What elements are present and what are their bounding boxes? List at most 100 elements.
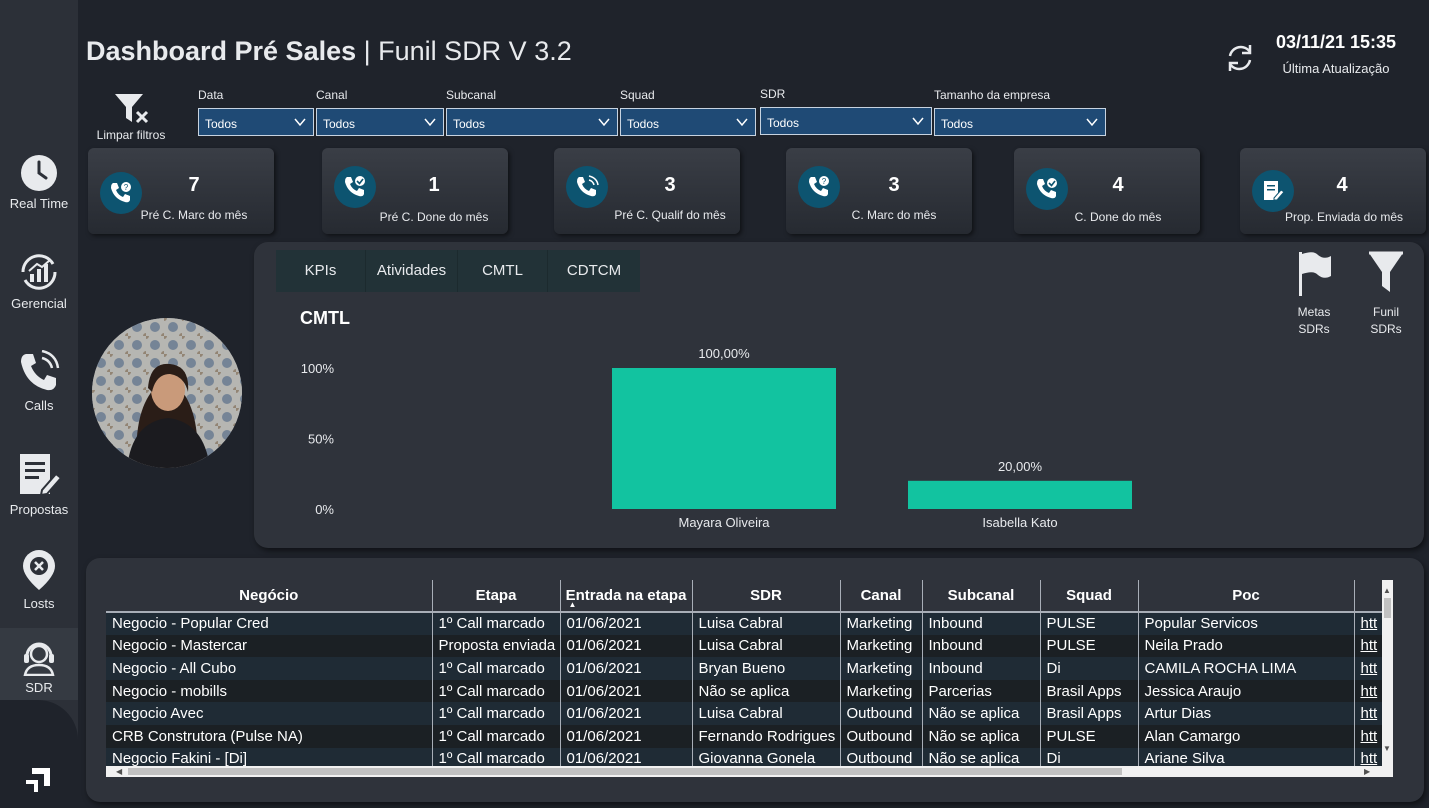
phone-check-icon <box>345 176 365 197</box>
kpi-icon-badge <box>1026 168 1068 210</box>
kpi-card-prop-enviada: 4 Prop. Enviada do mês <box>1240 148 1426 234</box>
table-cell: Bryan Bueno <box>692 657 841 680</box>
kpi-label: Pré C. Done do mês <box>379 210 489 224</box>
table-cell-link[interactable]: htt <box>1354 702 1382 725</box>
table-cell: Brasil Apps <box>1040 702 1139 725</box>
table-row[interactable]: Negocio - All Cubo 1º Call marcado 01/06/2… <box>106 657 1382 680</box>
deals-table-wrapper: Negócio Etapa Entrada na etapa ▲ SDR Canal Sub… <box>106 580 1382 766</box>
metas-label: Metas <box>1297 305 1331 319</box>
document-edit-icon <box>1264 181 1285 201</box>
column-header[interactable]: Entrada na etapa ▲ <box>560 580 693 613</box>
table-row[interactable]: Negocio - mobills 1º Call marcado 01/06/20… <box>106 679 1382 703</box>
table-cell: 01/06/2021 <box>560 747 693 766</box>
scroll-right-icon[interactable]: ▶ <box>1364 767 1370 776</box>
filter-canal-select[interactable]: Todos <box>316 108 444 136</box>
filter-data: Data Todos <box>198 88 314 136</box>
clear-filter-icon <box>115 94 149 124</box>
column-header[interactable]: Canal <box>840 580 923 613</box>
kpi-card-pre-c-marc: ? 7 Pré C. Marc do mês <box>88 148 274 234</box>
phone-question-icon: ? <box>111 182 131 203</box>
scroll-left-icon[interactable]: ◀ <box>116 767 122 776</box>
filter-sdr: SDR Todos <box>760 87 932 135</box>
filter-data-select[interactable]: Todos <box>198 108 314 136</box>
funil-sdrs-button[interactable]: Funil SDRs <box>1360 250 1412 338</box>
filter-tamanho-empresa: Tamanho da empresa Todos <box>934 88 1106 136</box>
clear-filters-button[interactable]: Limpar filtros <box>96 92 166 142</box>
table-row[interactable]: CRB Construtora (Pulse NA) 1º Call marcad… <box>106 724 1382 748</box>
sidebar: Real Time Gerencial Calls Propostas Lost… <box>0 0 78 808</box>
column-header[interactable]: Squad <box>1040 580 1139 613</box>
table-row[interactable]: Negocio Fakini - [Di] 1º Call marcado 01/0… <box>106 747 1382 766</box>
bar[interactable] <box>908 480 1132 509</box>
tab-kpis[interactable]: KPIs <box>276 250 366 292</box>
filter-sdr-select[interactable]: Todos <box>760 107 932 135</box>
table-row[interactable]: Negocio - Mastercar Proposta enviada 01/06… <box>106 634 1382 658</box>
table-cell: 1º Call marcado <box>432 702 561 725</box>
table-cell-link[interactable]: htt <box>1354 747 1382 766</box>
sidebar-item-calls[interactable]: Calls <box>0 350 78 413</box>
vertical-scroll-thumb[interactable] <box>1384 598 1391 618</box>
table-cell-link[interactable]: htt <box>1354 634 1382 658</box>
scroll-up-icon[interactable]: ▲ <box>1383 586 1391 595</box>
kpi-value: 7 <box>188 174 200 196</box>
sidebar-item-sdr[interactable]: SDR <box>0 628 78 700</box>
table-cell-link[interactable]: htt <box>1354 657 1382 680</box>
chevron-down-icon <box>294 118 306 127</box>
bar[interactable] <box>612 368 836 509</box>
column-header[interactable] <box>1354 580 1382 613</box>
kpi-value: 4 <box>1112 174 1124 196</box>
kpi-label: C. Marc do mês <box>851 208 937 222</box>
category-label: Mayara Oliveira <box>678 515 770 530</box>
table-cell: Alan Camargo <box>1138 724 1355 748</box>
table-cell: Não se aplica <box>692 679 841 703</box>
filter-label: Tamanho da empresa <box>934 88 1051 102</box>
filter-squad-select[interactable]: Todos <box>620 108 756 136</box>
filter-label: SDR <box>760 87 786 101</box>
y-tick-label: 100% <box>301 361 335 376</box>
refresh-button[interactable] <box>1224 42 1256 79</box>
scroll-down-icon[interactable]: ▼ <box>1383 744 1391 753</box>
table-cell-link[interactable]: htt <box>1354 724 1382 748</box>
sidebar-item-losts[interactable]: Losts <box>0 548 78 611</box>
filter-subcanal-select[interactable]: Todos <box>446 108 618 136</box>
horizontal-scroll-thumb[interactable] <box>128 768 1122 775</box>
table-cell-link[interactable]: htt <box>1354 679 1382 703</box>
tab-atividades[interactable]: Atividades <box>366 250 458 292</box>
phone-check-icon <box>1037 178 1057 199</box>
sidebar-item-label: Propostas <box>9 502 69 517</box>
table-cell: PULSE <box>1040 724 1139 748</box>
metas-sdrs-button[interactable]: Metas SDRs <box>1288 250 1340 338</box>
deals-table: Negócio Etapa Entrada na etapa ▲ SDR Canal Sub… <box>106 580 1382 766</box>
column-header[interactable]: Poc <box>1138 580 1355 613</box>
filter-label: Subcanal <box>446 88 497 102</box>
column-header[interactable]: Subcanal <box>922 580 1041 613</box>
table-cell: 1º Call marcado <box>432 724 561 748</box>
table-cell-link[interactable]: htt <box>1354 612 1382 635</box>
table-row[interactable]: Negocio - Popular Cred 1º Call marcado 01/… <box>106 612 1382 635</box>
sidebar-item-real-time[interactable]: Real Time <box>0 154 78 211</box>
table-cell: 01/06/2021 <box>560 612 693 635</box>
table-cell: 1º Call marcado <box>432 747 561 766</box>
column-header[interactable]: Negócio <box>106 580 433 613</box>
kpi-icon-badge <box>566 166 608 208</box>
chart-tabs: KPIs Atividades CMTL CDTCM <box>276 250 640 292</box>
table-cell: CRB Construtora (Pulse NA) <box>106 724 433 748</box>
tab-cmtl[interactable]: CMTL <box>458 250 548 292</box>
kpi-value: 3 <box>888 174 900 196</box>
phone-ringing-icon <box>577 175 599 197</box>
table-body: Negocio - Popular Cred 1º Call marcado 01/… <box>106 612 1382 766</box>
table-cell: 1º Call marcado <box>432 612 561 635</box>
table-cell: 01/06/2021 <box>560 724 693 748</box>
chevron-down-icon <box>736 118 748 127</box>
table-row[interactable]: Negocio Avec 1º Call marcado 01/06/2021 Lui… <box>106 702 1382 725</box>
sidebar-item-propostas[interactable]: Propostas <box>0 452 78 517</box>
filter-tamanho-empresa-select[interactable]: Todos <box>934 108 1106 136</box>
kpi-card-c-done: 4 C. Done do mês <box>1014 148 1200 234</box>
column-header[interactable]: SDR <box>692 580 841 613</box>
data-label: 20,00% <box>998 459 1043 474</box>
table-cell: Negocio Avec <box>106 702 433 725</box>
column-header[interactable]: Etapa <box>432 580 561 613</box>
table-cell: Popular Servicos <box>1138 612 1355 635</box>
sidebar-item-gerencial[interactable]: Gerencial <box>0 252 78 311</box>
tab-cdtcm[interactable]: CDTCM <box>548 250 640 292</box>
